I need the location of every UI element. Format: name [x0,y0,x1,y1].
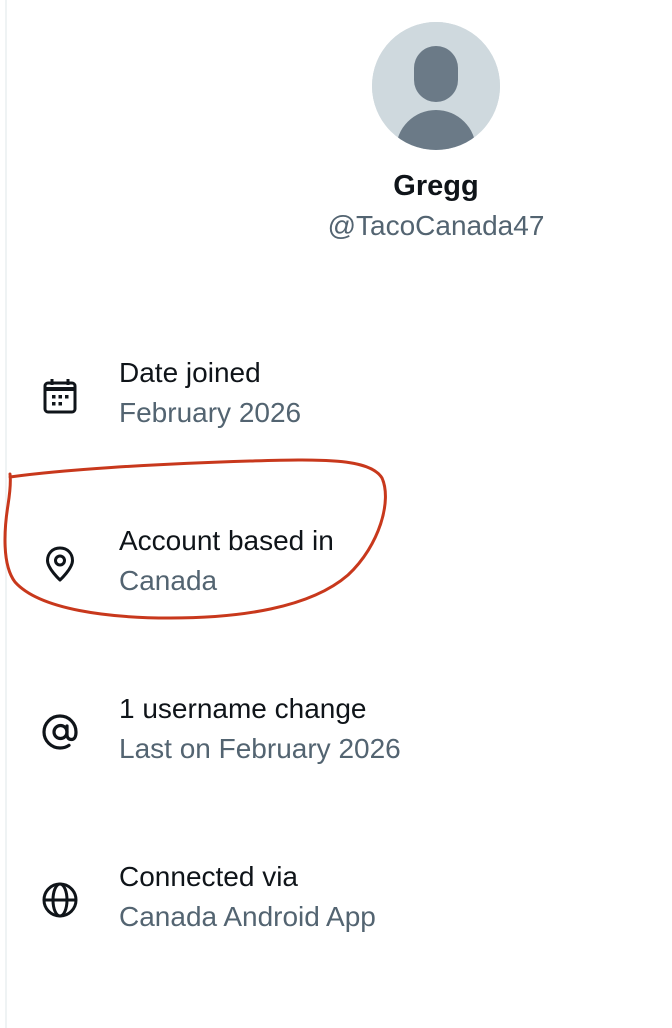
info-row-date-joined: Date joined February 2026 [0,356,672,436]
calendar-icon [40,376,80,416]
info-value: February 2026 [119,397,302,428]
info-value: Canada Android App [119,901,376,932]
info-label: Date joined [119,357,261,388]
at-sign-icon [40,712,80,752]
globe-icon [40,880,80,920]
display-name: Gregg [393,170,479,202]
info-label: 1 username change [119,693,367,724]
info-value: Canada [119,565,218,596]
default-avatar-icon[interactable] [372,22,500,150]
profile-header: Gregg @TacoCanada47 [260,22,612,243]
info-label: Connected via [119,861,299,892]
info-value: Last on February 2026 [119,733,401,764]
info-row-account-based-in: Account based in Canada [0,524,672,604]
user-handle: @TacoCanada47 [327,210,545,241]
location-pin-icon [40,544,80,584]
info-row-username-change: 1 username change Last on February 2026 [0,692,672,772]
info-label: Account based in [119,525,334,556]
info-row-connected-via: Connected via Canada Android App [0,860,672,940]
